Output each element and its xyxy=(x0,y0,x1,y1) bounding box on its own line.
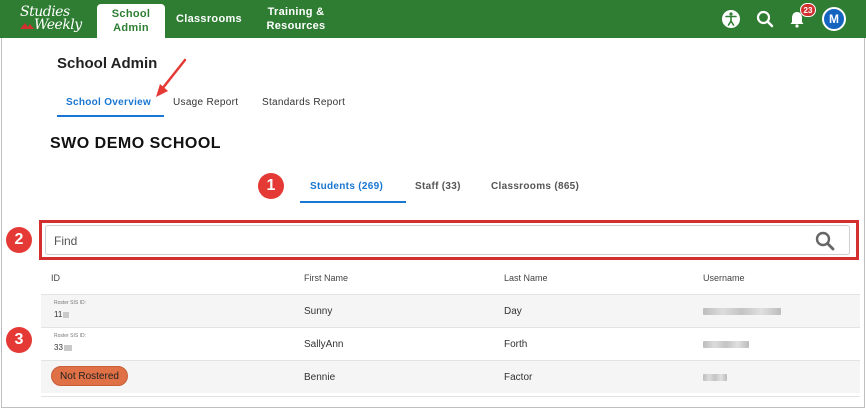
column-header-last-name[interactable]: Last Name xyxy=(504,273,548,283)
sis-id-label: Roster SIS ID: xyxy=(54,333,86,339)
table-header: ID First Name Last Name Username xyxy=(41,263,860,294)
user-avatar[interactable]: M xyxy=(822,7,846,31)
nav-tab-label: Training & Resources xyxy=(266,6,326,32)
column-header-first-name[interactable]: First Name xyxy=(304,273,348,283)
table-row[interactable]: Roster SIS ID: 33 SallyAnn Forth xyxy=(41,327,860,360)
redacted-id xyxy=(63,344,72,351)
page-title: School Admin xyxy=(57,55,158,72)
redacted-id xyxy=(63,311,70,318)
subtab-school-overview[interactable]: School Overview xyxy=(66,97,151,108)
notification-count-badge: 23 xyxy=(800,3,816,17)
search-input[interactable] xyxy=(54,231,794,251)
school-name: SWO DEMO SCHOOL xyxy=(50,135,222,152)
table-bottom-border xyxy=(41,396,860,397)
table-row[interactable]: Roster SIS ID: 11 Sunny Day xyxy=(41,294,860,327)
redacted-username xyxy=(703,308,781,315)
logo-mark-icon xyxy=(20,23,34,29)
top-navigation-bar: Studies Weekly School Admin Classrooms T… xyxy=(0,0,866,38)
nav-tab-classrooms[interactable]: Classrooms xyxy=(168,0,250,38)
subtab-standards-report[interactable]: Standards Report xyxy=(262,97,345,108)
nav-tab-school-admin[interactable]: School Admin xyxy=(97,4,165,38)
tab-staff[interactable]: Staff (33) xyxy=(415,181,461,192)
sis-id-label: Roster SIS ID: xyxy=(54,300,86,306)
first-name-cell: Bennie xyxy=(304,372,336,383)
search-bar xyxy=(45,225,850,255)
table-row[interactable]: Not Rostered Bennie Factor xyxy=(41,360,860,393)
tab-classrooms[interactable]: Classrooms (865) xyxy=(491,181,579,192)
search-button-icon[interactable] xyxy=(814,230,836,252)
first-name-cell: SallyAnn xyxy=(304,339,344,350)
sis-id-value: 33 xyxy=(54,343,72,352)
redacted-username xyxy=(703,374,727,381)
not-rostered-badge: Not Rostered xyxy=(51,366,128,386)
redacted-username xyxy=(703,341,749,348)
column-header-username[interactable]: Username xyxy=(703,273,745,283)
last-name-cell: Factor xyxy=(504,372,533,383)
last-name-cell: Forth xyxy=(504,339,528,350)
sis-id-value: 11 xyxy=(54,310,70,319)
nav-tab-label: Classrooms xyxy=(176,13,242,25)
callout-1: 1 xyxy=(258,173,284,199)
subtab-usage-report[interactable]: Usage Report xyxy=(173,97,238,108)
callout-2: 2 xyxy=(6,227,32,253)
nav-tab-label: School Admin xyxy=(111,8,151,34)
column-header-id[interactable]: ID xyxy=(51,273,60,283)
last-name-cell: Day xyxy=(504,306,522,317)
callout-3: 3 xyxy=(6,327,32,353)
accessibility-icon[interactable] xyxy=(721,9,741,29)
tab-students[interactable]: Students (269) xyxy=(310,181,383,192)
nav-tab-training-resources[interactable]: Training & Resources xyxy=(258,0,334,38)
active-tab-underline xyxy=(300,201,406,203)
search-icon[interactable] xyxy=(755,9,775,29)
active-subtab-underline xyxy=(57,115,164,117)
first-name-cell: Sunny xyxy=(304,306,333,317)
logo-line-2: Weekly xyxy=(34,17,82,33)
studies-weekly-logo[interactable]: Studies Weekly xyxy=(20,4,86,34)
